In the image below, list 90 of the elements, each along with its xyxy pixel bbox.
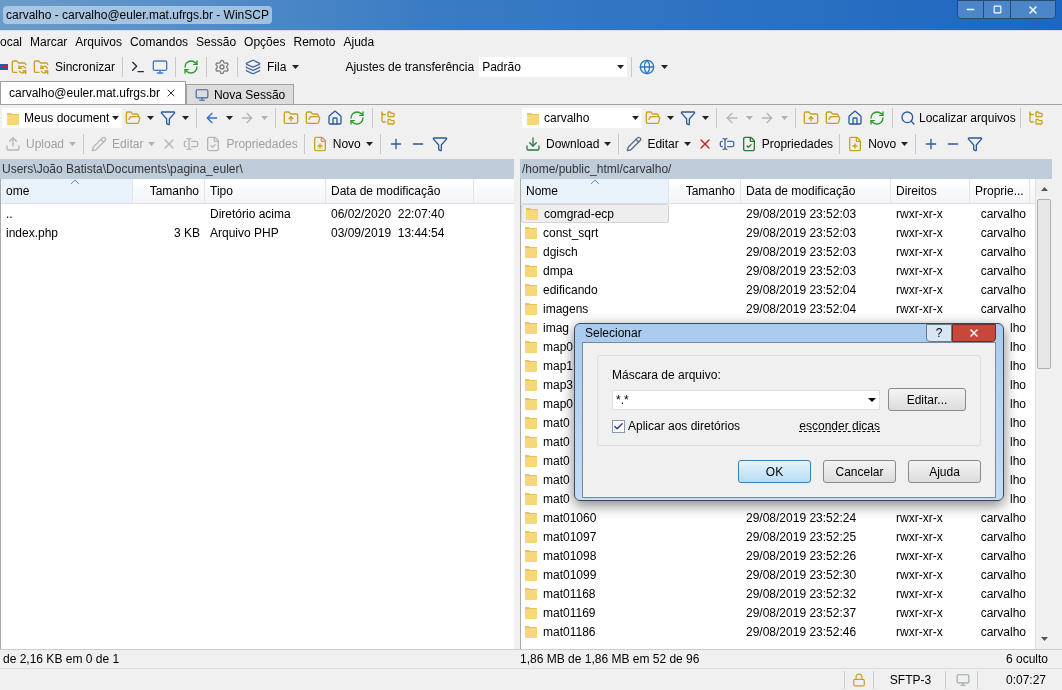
owner: lho [1010,452,1026,470]
file-name: index.php [6,225,59,240]
owner: carvalho [980,528,1026,546]
file-name: mat01060 [543,509,597,527]
path-text: Users\João Batista\Documents\pagina_euler\ [2,161,243,178]
owner: carvalho [980,623,1026,641]
permissions: rwxr-xr-x [896,548,943,563]
owner: carvalho [980,585,1026,603]
modified-date: 29/08/2019 23:52:03 [746,206,857,221]
modified-date: 29/08/2019 23:52:25 [746,529,857,544]
file-type: Diretório acima [210,206,291,221]
modified-date: 29/08/2019 23:52:04 [746,282,857,297]
transfer-settings-label: Ajustes de transferência [344,59,476,76]
file-name: dmpa [543,262,574,280]
permissions: rwxr-xr-x [896,586,943,601]
modified-date: 29/08/2019 23:52:26 [746,548,857,563]
modified-date: 06/02/2020 22:07:40 [331,206,445,221]
file-name: const_sqrt [543,224,599,242]
owner: lho [1010,471,1026,489]
permissions: rwxr-xr-x [896,510,943,525]
file-name: mat01097 [543,528,597,546]
status-text: 1,86 MB de 1,86 MB em 52 de 96 [520,651,700,668]
owner: lho [1010,433,1026,451]
permissions: rwxr-xr-x [896,301,943,316]
file-name: map0 [543,338,574,356]
file-name: map1 [543,357,574,375]
modified-date: 29/08/2019 23:52:03 [746,244,857,259]
owner: carvalho [980,224,1026,242]
permissions: rwxr-xr-x [896,282,943,297]
status-text: de 2,16 KB em 0 de 1 [3,652,120,666]
owner: lho [1010,357,1026,375]
file-name: map0 [543,395,574,413]
hidden-count: 6 oculto [1005,651,1048,668]
owner: carvalho [980,205,1026,223]
elapsed-time: 0:07:27 [1004,671,1047,689]
file-name: edificando [543,281,598,299]
owner: carvalho [980,547,1026,565]
owner: lho [1010,395,1026,413]
modified-date: 29/08/2019 23:52:24 [746,510,857,525]
window-title: carvalho - carvalho@euler.mat.ufrgs.br - WinSCP [3,6,272,24]
file-size: 3 KB [174,224,200,242]
file-name: imag [543,319,569,337]
owner: carvalho [980,281,1026,299]
owner: lho [1010,338,1026,356]
path-text: /home/public_html/carvalho/ [522,161,672,178]
modified-date: 29/08/2019 23:52:37 [746,605,857,620]
modified-date: 29/08/2019 23:52:32 [746,586,857,601]
file-name: mat0 [543,471,570,489]
modified-date: 29/08/2019 23:52:03 [746,225,857,240]
modified-date: 29/08/2019 23:52:04 [746,301,857,316]
file-name: dgisch [543,243,578,261]
file-name: mat0 [543,452,570,470]
file-name: mat01099 [543,566,597,584]
modified-date: 29/08/2019 23:52:03 [746,263,857,278]
file-name: imagens [543,300,589,318]
file-name: map3 [543,376,574,394]
owner: lho [1010,319,1026,337]
modified-date: 03/09/2019 13:44:54 [331,225,445,240]
file-name: mat0 [543,433,570,451]
mask-label: Máscara de arquivo: [612,367,722,384]
permissions: rwxr-xr-x [896,567,943,582]
protocol-indicator: SFTP-3 [876,670,946,689]
owner: lho [1010,414,1026,432]
file-name: mat01169 [543,604,596,622]
permissions: rwxr-xr-x [896,206,943,221]
owner: carvalho [980,300,1026,318]
file-name: mat01098 [543,547,597,565]
owner: carvalho [980,262,1026,280]
permissions: rwxr-xr-x [896,225,943,240]
permissions: rwxr-xr-x [896,529,943,544]
dialog-title: Selecionar [585,325,642,342]
permissions: rwxr-xr-x [896,605,943,620]
modified-date: 29/08/2019 23:52:30 [746,567,857,582]
file-name: .. [6,206,13,221]
owner: carvalho [980,604,1026,622]
file-type: Arquivo PHP [210,225,279,240]
file-name: mat01186 [543,623,596,641]
owner: carvalho [980,566,1026,584]
permissions: rwxr-xr-x [896,244,943,259]
owner: carvalho [980,243,1026,261]
file-name: comgrad-ecp [544,205,615,223]
permissions: rwxr-xr-x [896,263,943,278]
permissions: rwxr-xr-x [896,624,943,639]
file-name: mat01168 [543,585,596,603]
owner: carvalho [980,509,1026,527]
owner: lho [1010,376,1026,394]
file-name: mat0 [543,414,570,432]
modified-date: 29/08/2019 23:52:46 [746,624,857,639]
owner: lho [1010,490,1026,508]
file-name: mat0 [543,490,570,508]
